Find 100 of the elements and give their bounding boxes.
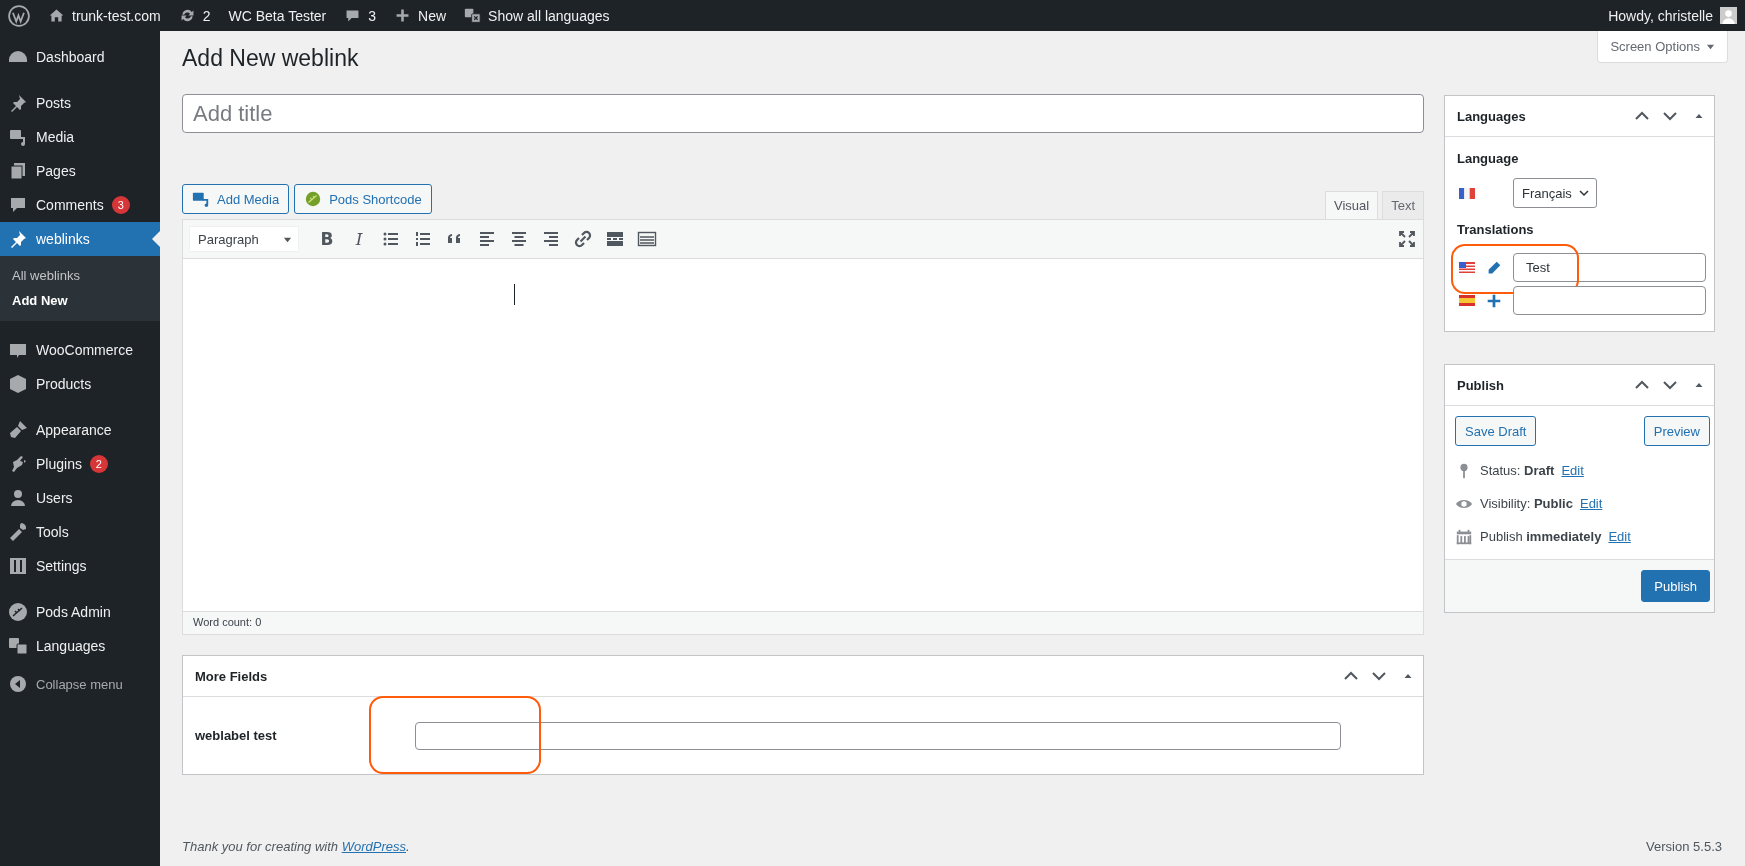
- page-title: Add New weblink: [182, 45, 359, 72]
- word-count: Word count: 0: [183, 611, 1423, 634]
- translation-input[interactable]: Test: [1513, 253, 1706, 282]
- footer-text: Thank you for creating with WordPress.: [182, 839, 410, 854]
- dropdown-arrow-icon: [1706, 42, 1715, 51]
- user-icon: [8, 488, 28, 508]
- site-link[interactable]: trunk-test.com: [48, 7, 161, 24]
- submenu-item[interactable]: All weblinks: [0, 263, 160, 288]
- site-name: trunk-test.com: [72, 7, 161, 24]
- menu-item[interactable]: Comments 3: [0, 188, 160, 222]
- link-icon[interactable]: [573, 229, 593, 249]
- new-label: New: [418, 7, 447, 24]
- menu-item[interactable]: Media: [0, 120, 160, 154]
- pages-icon: [8, 161, 28, 181]
- translation-input[interactable]: [1513, 286, 1706, 315]
- flag-icon: [1459, 262, 1475, 273]
- collapse-label: Collapse menu: [36, 676, 123, 692]
- menu-label: Tools: [36, 524, 69, 540]
- menu-item[interactable]: Tools: [0, 515, 160, 549]
- menu-label: Products: [36, 376, 92, 392]
- count-badge: 2: [89, 455, 108, 473]
- updates-link[interactable]: 2: [178, 7, 211, 24]
- save-draft-button[interactable]: Save Draft: [1455, 416, 1537, 446]
- title-field[interactable]: Add title: [182, 94, 1424, 133]
- edit-link[interactable]: Edit: [1579, 496, 1603, 511]
- wc-beta-link[interactable]: WC Beta Tester: [228, 7, 327, 24]
- flag-icon: [1459, 295, 1475, 306]
- flag-icon: [1459, 187, 1475, 199]
- box-icon: [8, 374, 28, 394]
- menu-item[interactable]: Pages: [0, 154, 160, 188]
- speech-bubble-icon: [8, 195, 28, 215]
- media-icon: [192, 190, 210, 208]
- menu-item[interactable]: Users: [0, 481, 160, 515]
- menu-label: Plugins: [36, 456, 82, 472]
- submenu-item[interactable]: Add New: [0, 288, 160, 313]
- new-link[interactable]: New: [394, 7, 447, 24]
- menu-label: Appearance: [36, 422, 112, 438]
- publish-button[interactable]: Publish: [1641, 570, 1710, 602]
- read-more-icon[interactable]: [605, 229, 625, 249]
- editor-tab[interactable]: Visual: [1324, 191, 1379, 219]
- panel-title: More Fields: [195, 668, 268, 684]
- menu-item[interactable]: weblinks: [0, 222, 160, 256]
- home-icon: [48, 7, 65, 24]
- menu-item[interactable]: Pods Admin: [0, 595, 160, 629]
- align-center-icon[interactable]: [509, 229, 529, 249]
- bold-button[interactable]: B: [317, 229, 337, 249]
- fullscreen-icon[interactable]: [1397, 229, 1417, 249]
- menu-label: Settings: [36, 558, 87, 574]
- menu-label: Dashboard: [36, 49, 105, 65]
- align-left-icon[interactable]: [477, 229, 497, 249]
- current-pointer: [152, 231, 160, 247]
- preview-button[interactable]: Preview: [1643, 416, 1710, 446]
- format-dropdown[interactable]: Paragraph: [189, 226, 299, 252]
- pods-shortcode-button[interactable]: Pods Shortcode: [294, 184, 432, 214]
- comments-link[interactable]: 3: [344, 7, 377, 24]
- version-text: Version 5.5.3: [1646, 839, 1722, 854]
- menu-item[interactable]: Dashboard: [0, 40, 160, 74]
- menu-label: Pages: [36, 163, 76, 179]
- wordpress-logo-icon[interactable]: [8, 4, 30, 27]
- publish-info-text: Visibility: Public: [1480, 496, 1573, 511]
- update-count: 2: [202, 7, 211, 24]
- panel-title: Publish: [1457, 377, 1504, 393]
- menu-item[interactable]: Plugins 2: [0, 447, 160, 481]
- calendar-icon: [1455, 527, 1473, 546]
- add-media-button[interactable]: Add Media: [182, 184, 290, 214]
- collapse-menu-button[interactable]: Collapse menu: [0, 667, 160, 701]
- menu-item[interactable]: Languages: [0, 629, 160, 663]
- menu-label: WooCommerce: [36, 342, 133, 358]
- languages-label: Show all languages: [488, 7, 610, 24]
- sliders-icon: [8, 556, 28, 576]
- menu-label: weblinks: [36, 231, 90, 247]
- menu-item[interactable]: Appearance: [0, 413, 160, 447]
- menu-item[interactable]: Settings: [0, 549, 160, 583]
- screen-options-tab[interactable]: Screen Options: [1597, 31, 1728, 63]
- edit-link[interactable]: Edit: [1608, 529, 1631, 544]
- align-right-icon[interactable]: [541, 229, 561, 249]
- avatar-icon: [1720, 7, 1737, 24]
- edit-link[interactable]: Edit: [1561, 463, 1584, 478]
- numbered-list-icon[interactable]: [413, 229, 433, 249]
- greeting: Howdy, christelle: [1608, 7, 1713, 24]
- menu-item[interactable]: Posts: [0, 86, 160, 120]
- language-label: Language: [1457, 151, 1520, 166]
- menu-item[interactable]: Products: [0, 367, 160, 401]
- italic-button[interactable]: I: [349, 229, 369, 249]
- chevron-down-icon: [1577, 187, 1590, 199]
- left-arrow-circle-icon: [8, 674, 28, 694]
- text-cursor: [514, 284, 515, 305]
- language-dropdown[interactable]: Français: [1513, 178, 1597, 208]
- wordpress-link[interactable]: WordPress: [341, 839, 406, 854]
- panel-title: Languages: [1457, 108, 1526, 124]
- weblabel-input[interactable]: [415, 721, 1341, 750]
- menu-item[interactable]: WooCommerce: [0, 333, 160, 367]
- account-link[interactable]: Howdy, christelle: [1608, 7, 1737, 24]
- menu-label: Posts: [36, 95, 71, 111]
- languages-link[interactable]: Show all languages: [464, 7, 610, 24]
- menu-label: Users: [36, 490, 73, 506]
- editor-tab[interactable]: Text: [1382, 191, 1424, 219]
- menu-label: Comments: [36, 197, 104, 213]
- keyboard-icon[interactable]: [637, 229, 657, 249]
- comment-count: 3: [368, 7, 377, 24]
